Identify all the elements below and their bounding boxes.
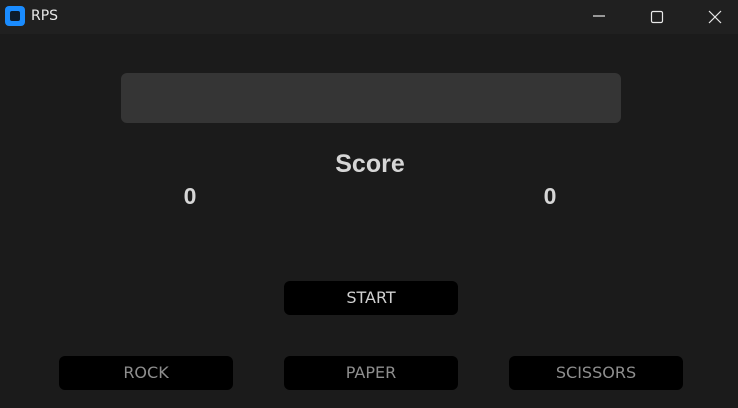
- window-title: RPS: [31, 8, 59, 24]
- title-bar[interactable]: RPS: [0, 0, 738, 34]
- minimize-icon: [593, 15, 605, 17]
- result-display: [121, 73, 621, 123]
- close-button[interactable]: [686, 0, 738, 34]
- minimize-button[interactable]: [570, 0, 628, 34]
- start-button[interactable]: START: [284, 281, 458, 315]
- app-icon: [5, 6, 25, 26]
- rock-button[interactable]: ROCK: [59, 356, 233, 390]
- maximize-icon: [650, 10, 664, 24]
- app-window: RPS Score 0 0 START ROCK PAPER SCISSORS: [0, 0, 738, 408]
- close-icon: [708, 10, 722, 24]
- score-label: Score: [335, 150, 405, 178]
- scissors-button[interactable]: SCISSORS: [509, 356, 683, 390]
- player-score: 0: [183, 183, 197, 209]
- computer-score: 0: [543, 183, 557, 209]
- paper-button[interactable]: PAPER: [284, 356, 458, 390]
- maximize-button[interactable]: [628, 0, 686, 34]
